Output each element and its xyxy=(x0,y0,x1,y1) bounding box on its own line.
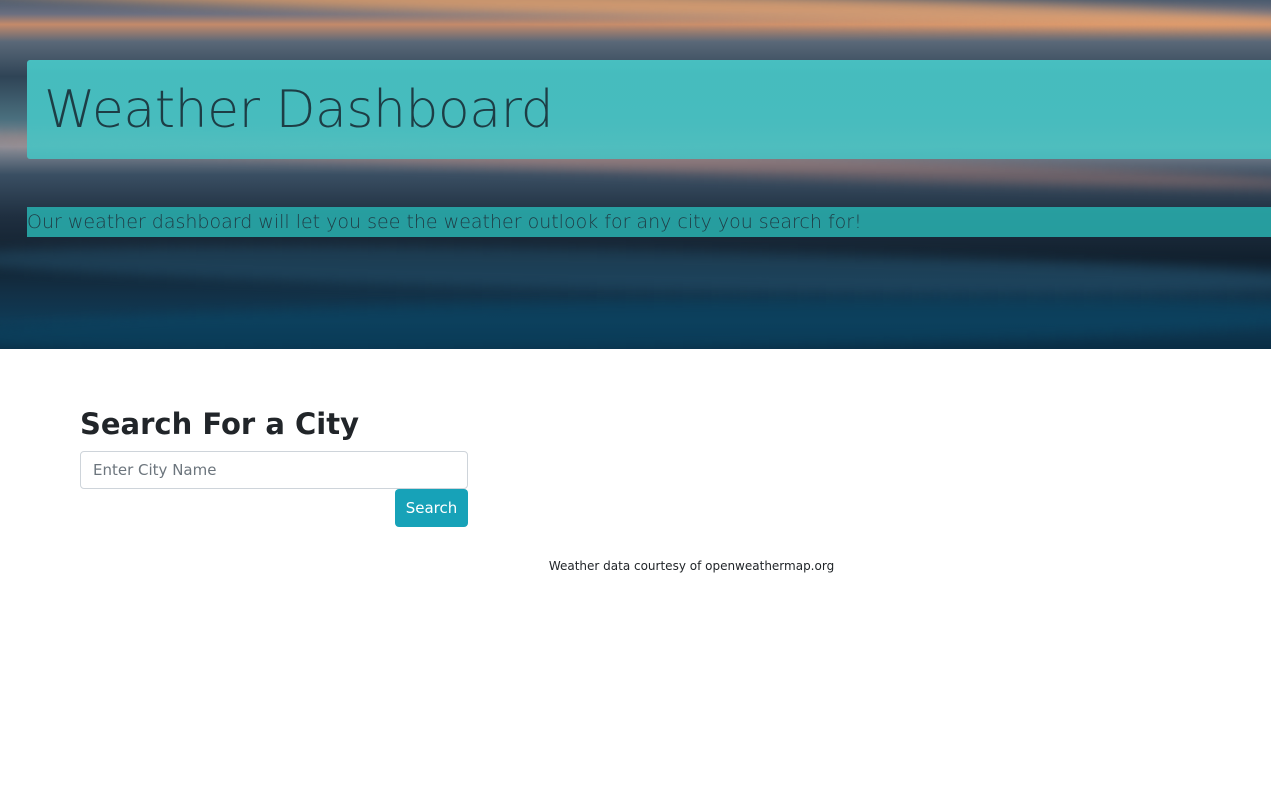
hero-background-streak xyxy=(0,237,1271,303)
hero-background-streak xyxy=(0,287,1271,349)
data-credit: Weather data courtesy of openweathermap.… xyxy=(548,559,835,573)
search-section: Search For a City Search xyxy=(80,404,468,527)
search-button[interactable]: Search xyxy=(395,489,468,527)
button-row: Search xyxy=(80,489,468,527)
title-bar: Weather Dashboard xyxy=(27,60,1271,159)
search-heading: Search For a City xyxy=(80,407,359,441)
page-title: Weather Dashboard xyxy=(44,80,554,140)
page-subtitle: Our weather dashboard will let you see t… xyxy=(27,211,862,233)
hero-banner: Weather Dashboard Our weather dashboard … xyxy=(0,0,1271,349)
subtitle-bar: Our weather dashboard will let you see t… xyxy=(27,207,1271,237)
hero-background-streak xyxy=(0,0,1271,37)
city-search-input[interactable] xyxy=(80,451,468,489)
